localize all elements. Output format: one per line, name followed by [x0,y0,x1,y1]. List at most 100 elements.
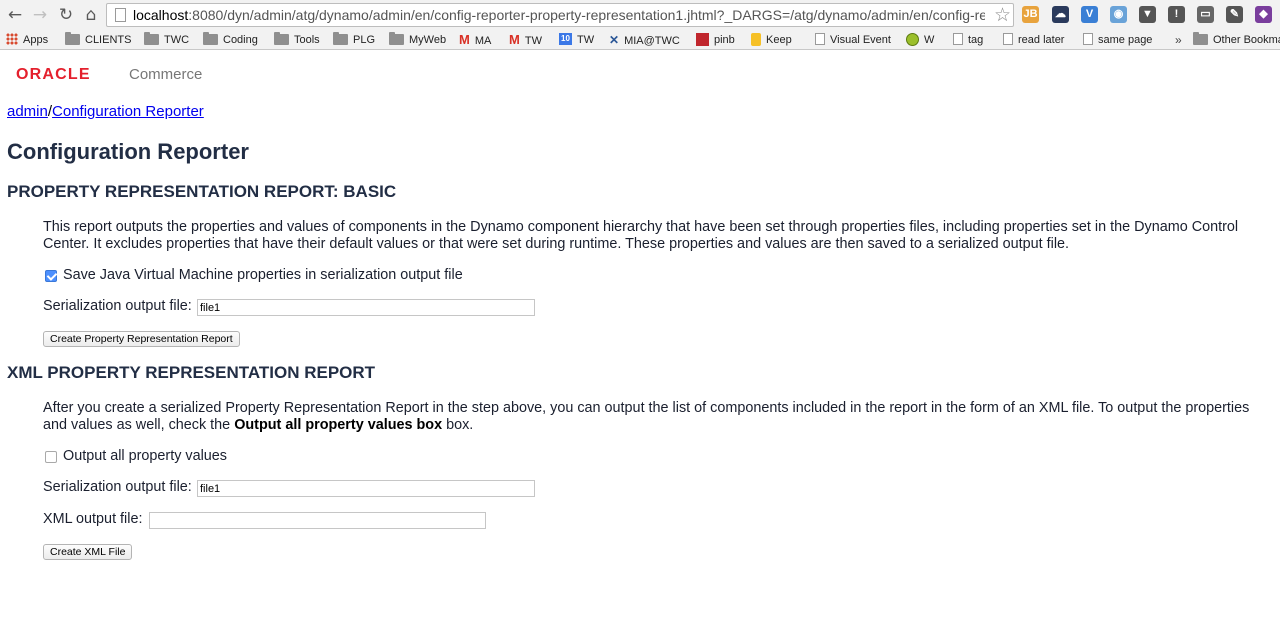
bookmark-label: same page [1098,34,1153,46]
v-icon[interactable]: V [1081,6,1098,23]
bookmark-label: pinb [714,34,735,46]
calendar-icon: 10 [559,33,572,46]
bookmark-ma[interactable]: M MA [459,32,491,48]
reload-icon[interactable]: ↻ [56,5,76,25]
create-property-report-button[interactable]: Create Property Representation Report [43,331,240,347]
address-bar[interactable]: localhost:8080/dyn/admin/atg/dynamo/admi… [106,3,1014,27]
bookmark-[interactable]: » [1175,32,1182,48]
bookmark-other-bookmarks[interactable]: Other Bookmarks [1193,31,1280,48]
output-all-row: Output all property values [43,447,303,465]
bookmark-label: MA [474,35,492,47]
xml-report-heading: XML PROPERTY REPRESENTATION REPORT [7,363,376,382]
bookmark-tw[interactable]: M TW [509,32,542,48]
folder-icon [65,31,80,45]
basic-serialization-input[interactable]: file1 [197,299,535,316]
folder-icon [333,31,348,45]
basic-serialization-label: Serialization output file: [43,298,192,314]
xml-report-description: After you create a serialized Property R… [43,400,1250,433]
bookmark-read-later[interactable]: read later [1003,32,1064,48]
jb-icon[interactable]: JB [1022,6,1039,23]
bookmark-coding[interactable]: Coding [203,31,258,48]
bookmark-label: Other Bookmarks [1213,34,1280,46]
bookmark-same-page[interactable]: same page [1083,32,1152,48]
folder-icon [203,31,218,45]
profile-icon[interactable]: ◆ [1255,6,1272,23]
pinboard-icon [696,32,709,46]
bookmarks-bar: Apps CLIENTS TWC Coding Tools PLG MyWeb M MA M TW 1… [0,30,1280,50]
breadcrumb-admin-link[interactable]: admin [7,103,48,120]
product-name: Commerce [129,66,203,83]
bookmark-tools[interactable]: Tools [274,31,320,48]
info-icon[interactable]: ! [1168,6,1185,23]
cloud-icon[interactable]: ☁ [1052,6,1069,23]
folder-icon [389,31,404,45]
xml-serialization-row: Serialization output file: file1 [43,478,543,498]
evernote-icon[interactable]: ✎ [1226,6,1243,23]
cast-icon[interactable]: ▭ [1197,6,1214,23]
bookmark-star-icon[interactable]: ☆ [994,4,1011,26]
bookmark-plg[interactable]: PLG [333,31,376,48]
pocket-icon[interactable]: ▼ [1139,6,1156,23]
breadcrumb: admin/Configuration Reporter [7,103,204,120]
forward-icon[interactable]: → [30,5,50,25]
gmail-icon: M [509,32,520,47]
basic-report-description: This report outputs the properties and v… [43,219,1239,252]
xml-output-label: XML output file: [43,511,143,527]
bookmark-visual-event[interactable]: Visual Event [815,32,891,48]
apps-icon [6,33,18,46]
camera-icon[interactable]: ◉ [1110,6,1127,23]
page-icon [1083,33,1093,46]
save-jvm-checkbox[interactable] [45,270,57,282]
ball-icon [906,32,919,46]
bookmark-label: » [1175,33,1182,47]
bookmark-tw[interactable]: 10 TW [559,32,594,48]
bookmark-mia-twc[interactable]: ✕ MIA@TWC [609,32,680,48]
x-icon: ✕ [609,33,620,47]
bookmark-label: PLG [353,34,376,46]
bookmark-label: tag [968,34,984,46]
output-all-checkbox[interactable] [45,451,57,463]
url-text[interactable]: localhost:8080/dyn/admin/atg/dynamo/admi… [133,7,985,23]
bookmark-label: TWC [164,34,190,46]
xml-serialization-label: Serialization output file: [43,479,192,495]
bookmark-myweb[interactable]: MyWeb [389,31,447,48]
browser-toolbar: ← → ↻ ⌂ localhost:8080/dyn/admin/atg/dyn… [0,0,1280,30]
xml-output-row: XML output file: [43,510,493,530]
bookmark-label: Keep [766,34,792,46]
bookmark-label: W [924,34,935,46]
page-icon [1003,33,1013,46]
home-icon[interactable]: ⌂ [81,5,101,25]
bookmark-label: MIA@TWC [624,35,680,47]
xml-serialization-input[interactable]: file1 [197,480,535,497]
bookmark-label: MyWeb [409,34,447,46]
back-icon[interactable]: ← [5,5,25,25]
page-icon [953,33,963,46]
page-icon [115,8,126,22]
bookmark-keep[interactable]: Keep [751,32,792,48]
keep-icon [751,32,761,46]
folder-icon [144,31,159,45]
bookmark-label: Coding [223,34,258,46]
breadcrumb-config-reporter-link[interactable]: Configuration Reporter [52,103,204,120]
create-xml-file-button[interactable]: Create XML File [43,544,133,560]
basic-serialization-row: Serialization output file: file1 [43,297,543,317]
folder-icon [1193,31,1208,45]
oracle-logo: ORACLE [16,66,91,83]
save-jvm-row: Save Java Virtual Machine properties in … [43,266,503,284]
bookmark-clients[interactable]: CLIENTS [65,31,132,48]
bookmark-pinb[interactable]: pinb [696,32,735,48]
page-title: Configuration Reporter [7,139,249,164]
bookmark-label: read later [1018,34,1065,46]
xml-output-input[interactable] [149,512,486,529]
bookmark-twc[interactable]: TWC [144,31,190,48]
bookmark-label: Apps [23,34,49,46]
folder-icon [274,31,289,45]
bookmark-w[interactable]: W [906,32,934,48]
basic-report-heading: PROPERTY REPRESENTATION REPORT: BASIC [7,182,397,201]
bookmark-label: Tools [294,34,320,46]
output-all-label: Output all property values [63,448,227,464]
bookmark-label: CLIENTS [85,34,132,46]
bookmark-label: TW [524,35,542,47]
bookmark-apps[interactable]: Apps [6,32,48,48]
bookmark-tag[interactable]: tag [953,32,983,48]
